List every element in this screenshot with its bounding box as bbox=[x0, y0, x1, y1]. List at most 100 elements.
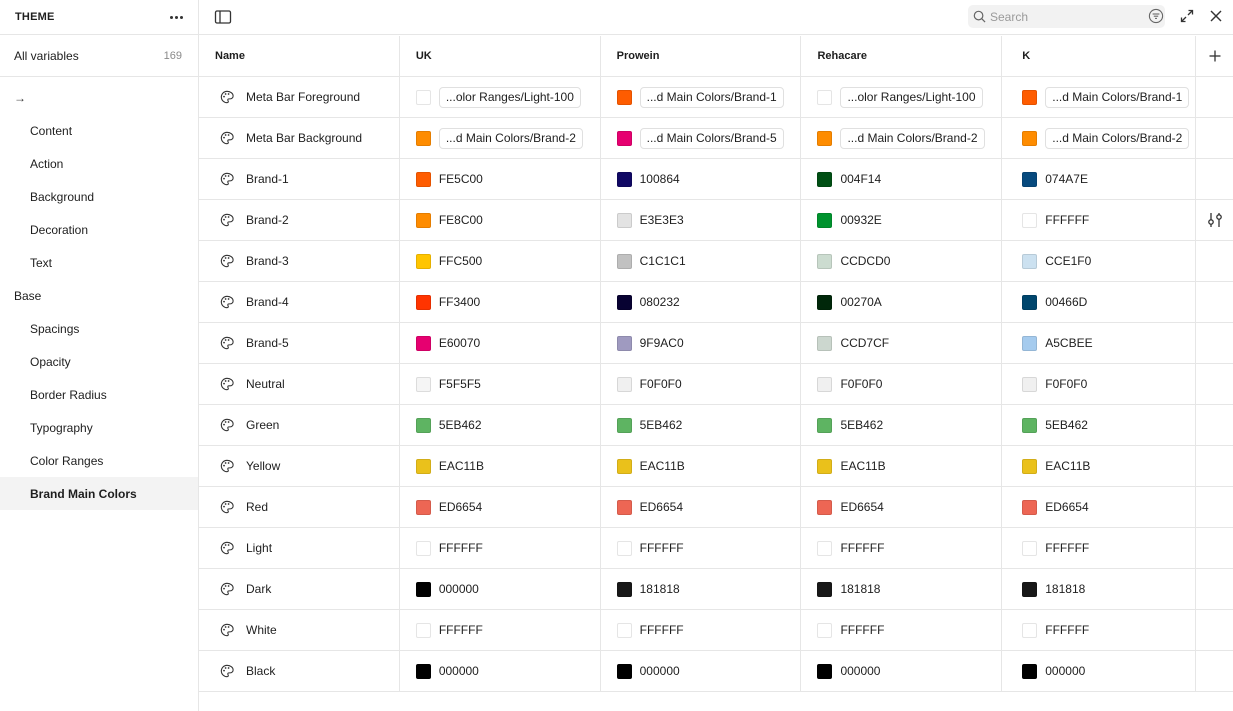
color-swatch[interactable] bbox=[415, 294, 431, 310]
color-swatch[interactable] bbox=[616, 417, 632, 433]
color-swatch[interactable] bbox=[1022, 622, 1038, 638]
color-swatch[interactable] bbox=[1022, 499, 1038, 515]
value-cell[interactable]: FFFFFF bbox=[400, 528, 601, 568]
value-cell[interactable]: EAC11B bbox=[801, 446, 1003, 486]
table-row[interactable]: Black 000000 000000 000000 000000 bbox=[199, 651, 1233, 692]
value-cell[interactable]: FFFFFF bbox=[1002, 528, 1197, 568]
value-cell[interactable]: FFFFFF bbox=[601, 528, 802, 568]
sidebar-toggle-icon[interactable] bbox=[214, 9, 232, 25]
variable-name-cell[interactable]: White bbox=[199, 610, 400, 650]
value-cell[interactable]: FFC500 bbox=[400, 241, 601, 281]
color-swatch[interactable] bbox=[1022, 458, 1038, 474]
sidebar-item[interactable]: Action bbox=[0, 147, 198, 180]
value-cell[interactable]: CCE1F0 bbox=[1002, 241, 1197, 281]
close-icon[interactable] bbox=[1208, 8, 1224, 24]
color-swatch[interactable] bbox=[817, 499, 833, 515]
value-cell[interactable]: 181818 bbox=[801, 569, 1003, 609]
variable-name-cell[interactable]: Green bbox=[199, 405, 400, 445]
color-swatch[interactable] bbox=[415, 622, 431, 638]
color-swatch[interactable] bbox=[616, 335, 632, 351]
value-cell[interactable]: CCD7CF bbox=[801, 323, 1003, 363]
color-swatch[interactable] bbox=[616, 212, 632, 228]
color-swatch[interactable] bbox=[616, 171, 632, 187]
table-row[interactable]: Brand-4 FF3400 080232 00270A 00466D bbox=[199, 282, 1233, 323]
color-swatch[interactable] bbox=[1022, 294, 1038, 310]
color-swatch[interactable] bbox=[817, 130, 833, 146]
value-cell[interactable]: EAC11B bbox=[601, 446, 802, 486]
color-swatch[interactable] bbox=[415, 130, 431, 146]
value-cell[interactable]: FFFFFF bbox=[400, 610, 601, 650]
alias-pill[interactable]: ...d Main Colors/Brand-2 bbox=[438, 127, 583, 149]
color-swatch[interactable] bbox=[817, 212, 833, 228]
variable-name-cell[interactable]: Brand-5 bbox=[199, 323, 400, 363]
column-header-mode[interactable]: Prowein bbox=[601, 36, 802, 76]
color-swatch[interactable] bbox=[415, 212, 431, 228]
value-cell[interactable]: FFFFFF bbox=[1002, 200, 1197, 240]
value-cell[interactable]: E3E3E3 bbox=[601, 200, 802, 240]
table-row[interactable]: Green 5EB462 5EB462 5EB462 5EB462 bbox=[199, 405, 1233, 446]
value-cell[interactable]: 181818 bbox=[601, 569, 802, 609]
value-cell[interactable]: ...d Main Colors/Brand-1 bbox=[1002, 77, 1197, 117]
variable-name-cell[interactable]: Black bbox=[199, 651, 400, 691]
sidebar-item[interactable]: Spacings bbox=[0, 312, 198, 345]
color-swatch[interactable] bbox=[616, 540, 632, 556]
value-cell[interactable]: ED6654 bbox=[601, 487, 802, 527]
expand-icon[interactable] bbox=[1179, 8, 1195, 24]
table-row[interactable]: Meta Bar Foreground ...olor Ranges/Light-… bbox=[199, 77, 1233, 118]
value-cell[interactable]: ...d Main Colors/Brand-5 bbox=[601, 118, 802, 158]
alias-pill[interactable]: ...d Main Colors/Brand-1 bbox=[1045, 86, 1190, 108]
table-row[interactable]: Brand-3 FFC500 C1C1C1 CCDCD0 CCE1F0 bbox=[199, 241, 1233, 282]
sidebar-item[interactable]: Typography bbox=[0, 411, 198, 444]
value-cell[interactable]: FF3400 bbox=[400, 282, 601, 322]
variable-name-cell[interactable]: Dark bbox=[199, 569, 400, 609]
value-cell[interactable]: ...d Main Colors/Brand-2 bbox=[400, 118, 601, 158]
table-row[interactable]: Red ED6654 ED6654 ED6654 ED6654 bbox=[199, 487, 1233, 528]
value-cell[interactable]: 00270A bbox=[801, 282, 1003, 322]
value-cell[interactable]: F0F0F0 bbox=[1002, 364, 1197, 404]
color-swatch[interactable] bbox=[415, 458, 431, 474]
value-cell[interactable]: 5EB462 bbox=[801, 405, 1003, 445]
value-cell[interactable]: FFFFFF bbox=[801, 610, 1003, 650]
variable-name-cell[interactable]: Brand-4 bbox=[199, 282, 400, 322]
color-swatch[interactable] bbox=[616, 89, 632, 105]
add-column-button[interactable] bbox=[1196, 36, 1233, 76]
color-swatch[interactable] bbox=[1022, 581, 1038, 597]
sidebar-group-arrow[interactable]: → bbox=[0, 81, 198, 114]
color-swatch[interactable] bbox=[817, 540, 833, 556]
color-swatch[interactable] bbox=[415, 376, 431, 392]
value-cell[interactable]: 5EB462 bbox=[601, 405, 802, 445]
color-swatch[interactable] bbox=[616, 294, 632, 310]
sidebar-item[interactable]: Decoration bbox=[0, 213, 198, 246]
table-row[interactable]: Brand-2 FE8C00 E3E3E3 00932E FFFFFF bbox=[199, 200, 1233, 241]
color-swatch[interactable] bbox=[1022, 130, 1038, 146]
sidebar-item[interactable]: Text bbox=[0, 246, 198, 279]
value-cell[interactable]: ED6654 bbox=[801, 487, 1003, 527]
color-swatch[interactable] bbox=[1022, 212, 1038, 228]
value-cell[interactable]: ...olor Ranges/Light-100 bbox=[400, 77, 601, 117]
value-cell[interactable]: 00932E bbox=[801, 200, 1003, 240]
color-swatch[interactable] bbox=[616, 458, 632, 474]
color-swatch[interactable] bbox=[817, 335, 833, 351]
color-swatch[interactable] bbox=[817, 253, 833, 269]
color-swatch[interactable] bbox=[1022, 540, 1038, 556]
table-row[interactable]: Brand-5 E60070 9F9AC0 CCD7CF A5CBEE bbox=[199, 323, 1233, 364]
value-cell[interactable]: 181818 bbox=[1002, 569, 1197, 609]
color-swatch[interactable] bbox=[1022, 417, 1038, 433]
color-swatch[interactable] bbox=[415, 89, 431, 105]
value-cell[interactable]: 000000 bbox=[400, 569, 601, 609]
column-header-name[interactable]: Name bbox=[199, 36, 400, 76]
value-cell[interactable]: C1C1C1 bbox=[601, 241, 802, 281]
search-input[interactable] bbox=[990, 9, 1130, 24]
value-cell[interactable]: ...d Main Colors/Brand-2 bbox=[1002, 118, 1197, 158]
alias-pill[interactable]: ...d Main Colors/Brand-1 bbox=[639, 86, 784, 108]
color-swatch[interactable] bbox=[817, 294, 833, 310]
table-row[interactable]: Meta Bar Background ...d Main Colors/Bran… bbox=[199, 118, 1233, 159]
color-swatch[interactable] bbox=[616, 622, 632, 638]
color-swatch[interactable] bbox=[817, 622, 833, 638]
value-cell[interactable]: F5F5F5 bbox=[400, 364, 601, 404]
value-cell[interactable]: 5EB462 bbox=[1002, 405, 1197, 445]
color-swatch[interactable] bbox=[817, 171, 833, 187]
value-cell[interactable]: ED6654 bbox=[1002, 487, 1197, 527]
value-cell[interactable]: 000000 bbox=[601, 651, 802, 691]
more-horizontal-icon[interactable] bbox=[166, 9, 186, 25]
